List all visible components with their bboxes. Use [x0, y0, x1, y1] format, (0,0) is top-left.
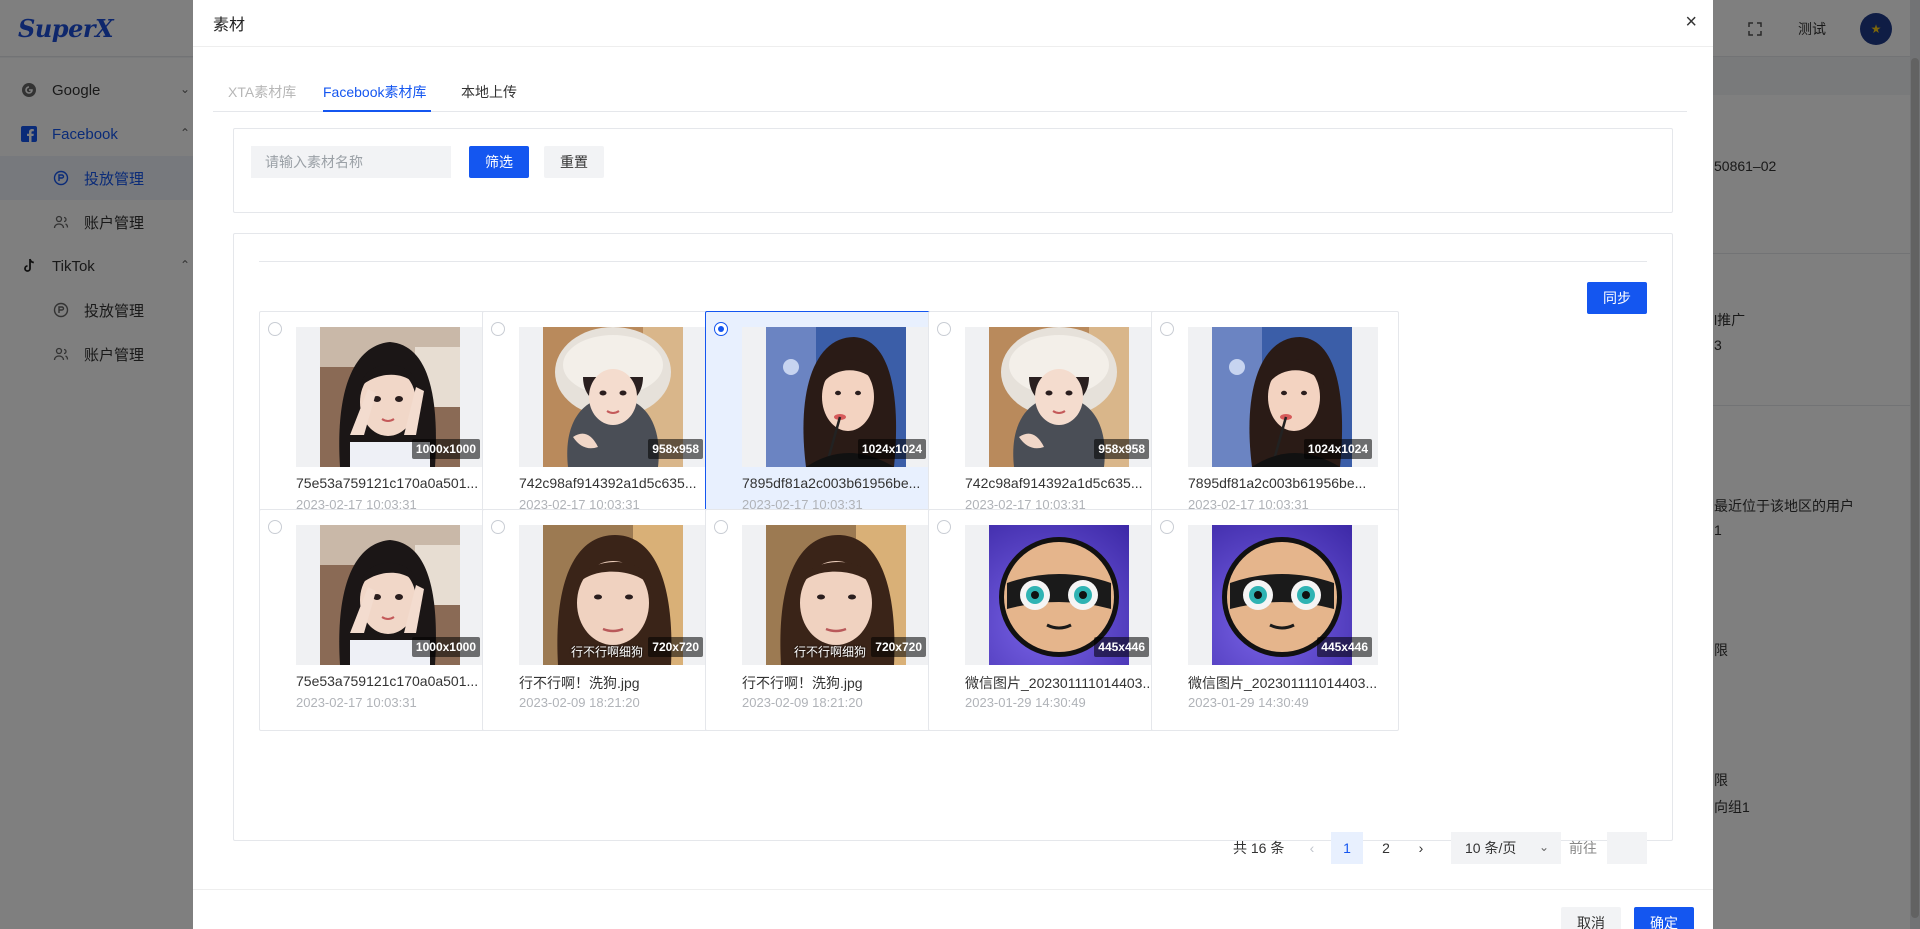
- dimension-badge: 445x446: [1317, 637, 1372, 657]
- page-1[interactable]: 1: [1331, 832, 1363, 864]
- material-name: 75e53a759121c170a0a501...: [296, 475, 479, 491]
- filter-button[interactable]: 筛选: [469, 146, 529, 178]
- material-card[interactable]: 445x446 微信图片_202301111014403... 2023-01-29…: [1151, 509, 1399, 731]
- close-icon[interactable]: ×: [1685, 12, 1697, 32]
- material-card[interactable]: 1000x1000 75e53a759121c170a0a501... 2023-0…: [259, 509, 507, 731]
- material-radio[interactable]: [937, 322, 951, 336]
- thumbnail-caption: 行不行啊细狗: [794, 645, 867, 659]
- modal-footer-divider: [193, 889, 1713, 890]
- page-size-select[interactable]: 10 条/页 ⌄: [1451, 832, 1561, 864]
- dimension-badge: 1024x1024: [1303, 439, 1372, 459]
- dimension-badge: 1000x1000: [411, 637, 480, 657]
- material-name: 微信图片_202301111014403...: [965, 675, 1155, 691]
- dimension-badge: 445x446: [1094, 637, 1149, 657]
- reset-button[interactable]: 重置: [544, 146, 604, 178]
- material-card[interactable]: 958x958 742c98af914392a1d5c635... 2023-02-…: [928, 311, 1176, 533]
- material-date: 2023-01-29 14:30:49: [965, 695, 1086, 710]
- goto-page-input[interactable]: [1607, 832, 1647, 864]
- material-gallery: 同步 1000x1000 75e53a759121c170a0a501... 202…: [233, 233, 1673, 841]
- tab-facebook-library[interactable]: Facebook素材库: [323, 82, 426, 102]
- active-tab-indicator: [323, 110, 431, 112]
- dimension-badge: 958x958: [1094, 439, 1149, 459]
- prev-page-icon[interactable]: ‹: [1300, 832, 1324, 864]
- material-modal: 素材 × XTA素材库 Facebook素材库 本地上传 筛选 重置 同步: [193, 0, 1713, 929]
- pagination-total: 共 16 条: [1233, 840, 1285, 856]
- material-name: 742c98af914392a1d5c635...: [965, 475, 1143, 491]
- thumbnail-caption: 行不行啊细狗: [571, 645, 644, 659]
- dimension-badge: 720x720: [871, 637, 926, 657]
- material-name-input[interactable]: [251, 146, 451, 178]
- page-2[interactable]: 2: [1370, 832, 1402, 864]
- material-name: 7895df81a2c003b61956be...: [1188, 475, 1367, 491]
- material-radio[interactable]: [491, 322, 505, 336]
- material-radio[interactable]: [1160, 520, 1174, 534]
- material-radio[interactable]: [937, 520, 951, 534]
- material-card[interactable]: 行不行啊细狗 720x720 行不行啊！洗狗.jpg 2023-02-09 18:21…: [705, 509, 953, 731]
- material-radio[interactable]: [1160, 322, 1174, 336]
- dimension-badge: 720x720: [648, 637, 703, 657]
- material-date: 2023-02-09 18:21:20: [519, 695, 640, 710]
- material-date: 2023-02-17 10:03:31: [296, 695, 417, 710]
- cancel-button[interactable]: 取消: [1561, 907, 1621, 929]
- material-name: 75e53a759121c170a0a501...: [296, 673, 479, 689]
- sync-button[interactable]: 同步: [1587, 282, 1647, 314]
- material-radio[interactable]: [714, 322, 728, 336]
- modal-header: 素材 ×: [193, 0, 1713, 47]
- material-radio[interactable]: [268, 322, 282, 336]
- page-size-value: 10 条/页: [1465, 840, 1517, 856]
- material-name: 742c98af914392a1d5c635...: [519, 475, 697, 491]
- chevron-down-icon: ⌄: [1538, 840, 1549, 854]
- material-card[interactable]: 1024x1024 7895df81a2c003b61956be... 2023-0…: [1151, 311, 1399, 533]
- tab-xta-library[interactable]: XTA素材库: [228, 82, 296, 102]
- material-radio[interactable]: [268, 520, 282, 534]
- material-tabs: XTA素材库 Facebook素材库 本地上传: [213, 68, 1687, 112]
- material-name: 7895df81a2c003b61956be...: [742, 475, 921, 491]
- material-card[interactable]: 445x446 微信图片_202301111014403... 2023-01-29…: [928, 509, 1176, 731]
- next-page-icon[interactable]: ›: [1409, 832, 1433, 864]
- material-radio[interactable]: [714, 520, 728, 534]
- dimension-badge: 1000x1000: [411, 439, 480, 459]
- material-date: 2023-02-09 18:21:20: [742, 695, 863, 710]
- material-card[interactable]: 1024x1024 7895df81a2c003b61956be... 2023-0…: [705, 311, 953, 533]
- material-name: 微信图片_202301111014403...: [1188, 675, 1378, 691]
- material-card[interactable]: 行不行啊细狗 720x720 行不行啊！洗狗.jpg 2023-02-09 18:21…: [482, 509, 730, 731]
- material-card[interactable]: 958x958 742c98af914392a1d5c635... 2023-02-…: [482, 311, 730, 533]
- modal-title: 素材: [213, 17, 246, 34]
- material-name: 行不行啊！洗狗.jpg: [742, 675, 863, 691]
- material-card[interactable]: 1000x1000 75e53a759121c170a0a501... 2023-0…: [259, 311, 507, 533]
- confirm-button[interactable]: 确定: [1634, 907, 1694, 929]
- dimension-badge: 1024x1024: [857, 439, 926, 459]
- filter-panel: 筛选 重置: [233, 128, 1673, 213]
- material-radio[interactable]: [491, 520, 505, 534]
- material-date: 2023-01-29 14:30:49: [1188, 695, 1309, 710]
- goto-label: 前往: [1569, 840, 1597, 856]
- tab-local-upload[interactable]: 本地上传: [461, 82, 517, 102]
- dimension-badge: 958x958: [648, 439, 703, 459]
- divider: [259, 261, 1647, 262]
- material-name: 行不行啊！洗狗.jpg: [519, 675, 640, 691]
